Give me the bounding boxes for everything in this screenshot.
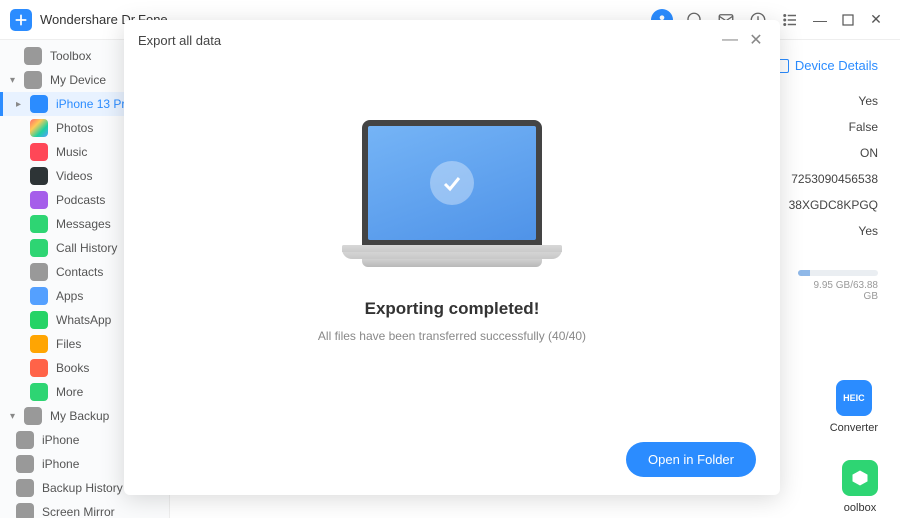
- sidebar-item-label: Apps: [56, 289, 83, 303]
- open-in-folder-button[interactable]: Open in Folder: [626, 442, 756, 477]
- sidebar-item-label: Photos: [56, 121, 93, 135]
- more-icon: [30, 383, 48, 401]
- toolbox-widget[interactable]: oolbox: [842, 460, 878, 514]
- heic-icon: HEIC: [836, 380, 872, 416]
- sidebar-item-label: More: [56, 385, 83, 399]
- sidebar-item-label: Podcasts: [56, 193, 105, 207]
- call-icon: [30, 239, 48, 257]
- device-icon: [16, 503, 34, 518]
- contacts-icon: [30, 263, 48, 281]
- check-icon: [430, 161, 474, 205]
- device-icon: [24, 71, 42, 89]
- sidebar-item-label: Contacts: [56, 265, 103, 279]
- sidebar-item-label: Toolbox: [50, 49, 91, 63]
- sidebar-item-label: Backup History: [42, 481, 123, 495]
- minimize-button[interactable]: —: [806, 6, 834, 34]
- sidebar-item-screen-mirror[interactable]: Screen Mirror: [0, 500, 169, 518]
- app-logo: [10, 9, 32, 31]
- toolbox-widget-icon: [842, 460, 878, 496]
- photos-icon: [30, 119, 48, 137]
- sidebar-item-label: Files: [56, 337, 81, 351]
- device-detail-value: False: [789, 114, 878, 140]
- laptop-graphic: [342, 120, 562, 267]
- modal-footer: Open in Folder: [124, 424, 780, 495]
- sidebar-item-label: Music: [56, 145, 87, 159]
- modal-title: Export all data: [138, 33, 221, 48]
- sidebar-item-label: WhatsApp: [56, 313, 111, 327]
- maximize-button[interactable]: [834, 6, 862, 34]
- device-icon: [16, 455, 34, 473]
- phone-icon: [30, 95, 48, 113]
- toolbox-icon: [24, 47, 42, 65]
- videos-icon: [30, 167, 48, 185]
- sidebar-item-label: iPhone: [42, 433, 79, 447]
- device-details-label: Device Details: [795, 58, 878, 73]
- music-icon: [30, 143, 48, 161]
- device-detail-value: ON: [789, 140, 878, 166]
- list-icon[interactable]: [778, 8, 802, 32]
- close-button[interactable]: ✕: [862, 6, 890, 34]
- modal-header: Export all data — ✕: [124, 20, 780, 60]
- device-details-values: YesFalseON725309045653838XGDC8KPGQYes: [789, 88, 878, 244]
- sidebar-item-label: My Device: [50, 73, 106, 87]
- modal-minimize-button[interactable]: —: [720, 30, 740, 50]
- files-icon: [30, 335, 48, 353]
- backup-icon: [24, 407, 42, 425]
- export-modal: Export all data — ✕ Exporting completed!…: [124, 20, 780, 495]
- sidebar-item-label: Books: [56, 361, 89, 375]
- sidebar-item-label: Messages: [56, 217, 111, 231]
- sidebar-item-label: Call History: [56, 241, 117, 255]
- whatsapp-icon: [30, 311, 48, 329]
- device-details-link[interactable]: Device Details: [775, 58, 878, 73]
- storage-bar: 9.95 GB/63.88 GB: [798, 270, 878, 302]
- heic-label: Converter: [830, 422, 878, 434]
- heic-converter-widget[interactable]: HEIC Converter: [830, 380, 878, 434]
- messages-icon: [30, 215, 48, 233]
- export-subtext: All files have been transferred successf…: [318, 329, 586, 343]
- toolbox-widget-label: oolbox: [842, 502, 878, 514]
- sidebar-item-label: My Backup: [50, 409, 109, 423]
- device-detail-value: 38XGDC8KPGQ: [789, 192, 878, 218]
- device-icon: [16, 479, 34, 497]
- device-detail-value: Yes: [789, 88, 878, 114]
- device-detail-value: Yes: [789, 218, 878, 244]
- sidebar-item-label: Videos: [56, 169, 92, 183]
- sidebar-item-label: iPhone: [42, 457, 79, 471]
- storage-text: 9.95 GB/63.88 GB: [798, 280, 878, 302]
- sidebar-item-label: Screen Mirror: [42, 505, 115, 518]
- modal-close-button[interactable]: ✕: [746, 30, 766, 50]
- device-icon: [16, 431, 34, 449]
- export-heading: Exporting completed!: [365, 299, 540, 319]
- modal-body: Exporting completed! All files have been…: [124, 60, 780, 424]
- podcasts-icon: [30, 191, 48, 209]
- books-icon: [30, 359, 48, 377]
- device-detail-value: 7253090456538: [789, 166, 878, 192]
- apps-icon: [30, 287, 48, 305]
